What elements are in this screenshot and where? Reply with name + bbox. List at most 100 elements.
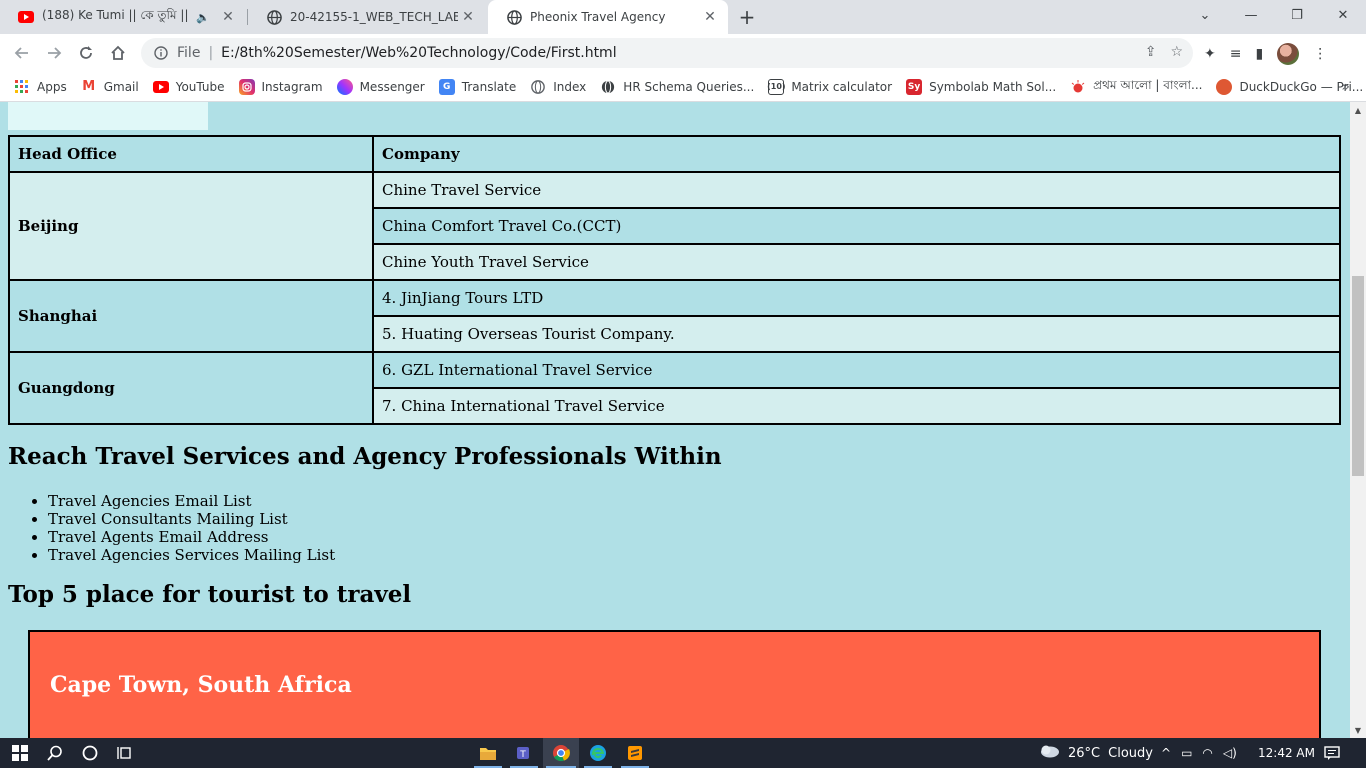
bookmark-messenger[interactable]: Messenger	[336, 78, 425, 95]
table-row: Beijing Chine Travel Service	[8, 171, 1341, 281]
bookmark-label: YouTube	[175, 79, 225, 94]
tab-pheonix-travel[interactable]: Pheonix Travel Agency ✕	[488, 0, 728, 34]
restore-button[interactable]: ❐	[1274, 0, 1320, 30]
page-viewport: Head Office Company Beijing Chine Travel…	[0, 102, 1350, 738]
bookmark-gmail[interactable]: M Gmail	[81, 79, 139, 95]
weather-temp: 26°C	[1068, 745, 1101, 761]
tab-search-icon[interactable]: ⌄	[1182, 0, 1228, 30]
tab-title: (188) Ke Tumi || কে তুমি || Tal	[42, 8, 189, 22]
close-tab-icon[interactable]: ✕	[218, 7, 238, 27]
bookmark-prothom-alo[interactable]: প্রথম আলো | বাংলা...	[1070, 77, 1202, 97]
bookmark-instagram[interactable]: Instagram	[238, 78, 323, 95]
wifi-icon[interactable]: ◠	[1202, 746, 1212, 760]
side-panel-icon[interactable]: ▮	[1255, 46, 1263, 62]
browser-toolbar: File | E:/8th%20Semester/Web%20Technolog…	[0, 34, 1366, 72]
list-item: Travel Consultants Mailing List	[48, 510, 335, 528]
bookmark-apps[interactable]: Apps	[14, 79, 67, 95]
notification-icon[interactable]	[1324, 738, 1340, 768]
forward-button[interactable]	[40, 39, 68, 67]
reach-heading: Reach Travel Services and Agency Profess…	[8, 443, 722, 470]
head-office-table: Head Office Company Beijing Chine Travel…	[8, 135, 1341, 425]
list-item: Travel Agencies Email List	[48, 492, 335, 510]
youtube-icon	[18, 9, 34, 25]
place-title: Cape Town, South Africa	[50, 672, 352, 698]
site-info-icon[interactable]	[153, 45, 169, 61]
extensions-icon[interactable]: ✦	[1204, 46, 1216, 62]
tab-web-tech-lab[interactable]: 20-42155-1_WEB_TECH_LAB_1.ht ✕	[248, 0, 486, 34]
scrollbar-thumb[interactable]	[1352, 276, 1364, 476]
clock[interactable]: 12:42 AM	[1258, 738, 1315, 768]
address-bar[interactable]: File | E:/8th%20Semester/Web%20Technolog…	[141, 38, 1193, 68]
vertical-scrollbar[interactable]: ▲ ▼	[1350, 102, 1366, 738]
bookmark-matrix-calculator[interactable]: (10) Matrix calculator	[767, 78, 893, 95]
weather-condition: Cloudy	[1108, 745, 1153, 761]
bookmark-label: Instagram	[261, 79, 323, 94]
duckduckgo-icon	[1216, 78, 1233, 95]
close-tab-icon[interactable]: ✕	[458, 7, 478, 27]
company-cell: Chine Travel Service	[372, 171, 1341, 209]
reload-button[interactable]	[72, 39, 100, 67]
symbolab-icon: Sy	[906, 78, 923, 95]
bookmark-label: HR Schema Queries...	[623, 79, 755, 94]
show-hidden-icons-icon[interactable]: ^	[1161, 746, 1171, 760]
globe-icon	[506, 9, 522, 25]
bookmark-youtube[interactable]: YouTube	[152, 79, 225, 95]
back-button[interactable]	[8, 39, 36, 67]
menu-icon[interactable]: ⋮	[1313, 46, 1327, 62]
edge-icon[interactable]	[587, 742, 609, 764]
new-tab-button[interactable]: +	[734, 5, 760, 29]
more-bookmarks-icon[interactable]: »	[1341, 79, 1350, 95]
matrix-icon: (10)	[767, 78, 786, 95]
bookmark-star-icon[interactable]: ☆	[1170, 44, 1183, 60]
chrome-icon[interactable]	[550, 742, 572, 764]
weather-widget[interactable]: 26°C Cloudy	[1038, 738, 1153, 768]
company-cell: 5. Huating Overseas Tourist Company.	[372, 315, 1341, 353]
battery-icon[interactable]: ▭	[1181, 746, 1192, 760]
teams-icon[interactable]: T	[513, 742, 535, 764]
bookmark-label: Matrix calculator	[791, 79, 893, 94]
tab-title: Pheonix Travel Agency	[530, 10, 666, 24]
header-box	[8, 102, 208, 130]
bookmark-index[interactable]: Index	[530, 79, 586, 95]
bookmark-label: Gmail	[103, 79, 139, 94]
bookmark-label: Symbolab Math Sol...	[929, 79, 1057, 94]
bookmark-hr-schema[interactable]: HR Schema Queries...	[600, 79, 754, 95]
reading-list-icon[interactable]: ≡	[1230, 46, 1242, 62]
share-icon[interactable]: ⇪	[1145, 44, 1157, 60]
company-cell: 4. JinJiang Tours LTD	[372, 279, 1341, 317]
bookmark-label: প্রথম আলো | বাংলা...	[1093, 77, 1203, 92]
url-text[interactable]: E:/8th%20Semester/Web%20Technology/Code/…	[221, 45, 616, 61]
task-view-icon[interactable]	[114, 742, 136, 764]
volume-icon[interactable]: ◁)	[1223, 746, 1237, 760]
table-header-row: Head Office Company	[8, 135, 1341, 173]
company-cell: 6. GZL International Travel Service	[372, 351, 1341, 389]
list-item: Travel Agents Email Address	[48, 528, 335, 546]
bookmark-label: Translate	[461, 79, 517, 94]
table-row: Shanghai 4. JinJiang Tours LTD	[8, 279, 1341, 353]
sublime-text-icon[interactable]	[624, 742, 646, 764]
svg-text:T: T	[519, 750, 526, 760]
globe-icon	[530, 79, 546, 95]
cloud-icon	[1038, 744, 1060, 762]
windows-start-icon[interactable]	[9, 742, 31, 764]
url-scheme: File	[177, 45, 201, 61]
close-window-button[interactable]: ✕	[1320, 0, 1366, 30]
office-cell: Shanghai	[8, 279, 374, 353]
bookmark-translate[interactable]: G Translate	[438, 78, 517, 95]
scroll-down-icon[interactable]: ▼	[1350, 722, 1366, 738]
home-button[interactable]	[104, 39, 132, 67]
windows-taskbar: T 26°C Cloudy ^ ▭ ◠ ◁) 12:42 AM	[0, 738, 1366, 768]
cortana-icon[interactable]	[79, 742, 101, 764]
close-tab-icon[interactable]: ✕	[700, 7, 720, 27]
profile-avatar[interactable]	[1277, 43, 1300, 65]
scroll-up-icon[interactable]: ▲	[1350, 102, 1366, 118]
file-explorer-icon[interactable]	[477, 742, 499, 764]
column-header: Head Office	[8, 135, 374, 173]
speaker-icon[interactable]: 🔈	[196, 11, 210, 24]
minimize-button[interactable]: —	[1228, 0, 1274, 30]
bookmark-symbolab[interactable]: Sy Symbolab Math Sol...	[906, 78, 1057, 95]
url-divider: |	[208, 45, 214, 61]
search-icon[interactable]	[44, 742, 66, 764]
tab-youtube[interactable]: (188) Ke Tumi || কে তুমি || Tal 🔈 ✕	[0, 0, 246, 34]
translate-icon: G	[438, 78, 455, 95]
